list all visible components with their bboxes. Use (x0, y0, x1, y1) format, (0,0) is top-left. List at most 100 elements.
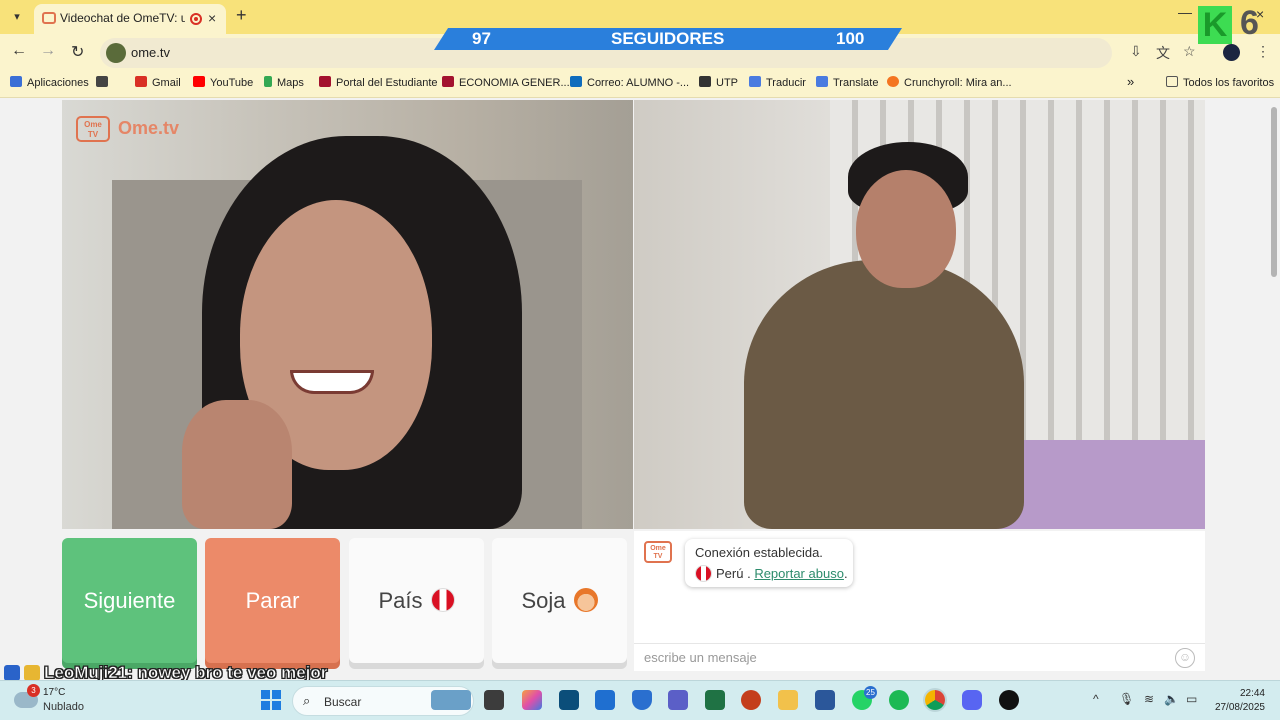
task-view-icon[interactable] (484, 690, 504, 710)
bookmarks-overflow-button[interactable]: » (1127, 74, 1134, 89)
bookmark-portal-estudiante[interactable]: Portal del Estudiante (319, 76, 438, 89)
emoji-icon[interactable]: ☺ (1175, 648, 1195, 668)
period-text: . (843, 566, 848, 581)
volume-icon[interactable]: 🔈 (1164, 692, 1179, 706)
grid-icon (96, 76, 108, 87)
search-label: Buscar (324, 695, 362, 709)
install-app-icon[interactable]: ⇩ (1130, 43, 1142, 60)
search-highlight-image[interactable] (431, 690, 471, 710)
followers-label: SEGUIDORES (611, 29, 725, 48)
search-icon: ⌕ (303, 693, 311, 708)
obs-icon[interactable] (999, 690, 1019, 710)
scrollbar-thumb[interactable] (1271, 107, 1277, 277)
teams-icon[interactable] (668, 690, 688, 710)
windows-taskbar: 3 17°C Nublado ⌕ Buscar 25 ^ 🎙 ≋ 🔈 ▭ 22:… (0, 680, 1280, 720)
report-abuse-link[interactable]: Reportar abuso (754, 566, 844, 581)
tab-close-icon[interactable]: × (208, 10, 216, 26)
person-face (856, 170, 956, 288)
translate-icon (816, 76, 828, 87)
bookmark-maps[interactable]: Maps (264, 76, 304, 89)
microsoft-store-icon[interactable] (595, 690, 615, 710)
bookmark-apps[interactable]: Aplicaciones (10, 76, 89, 89)
separator-text: . (743, 566, 755, 581)
person-smile (290, 370, 374, 394)
site-info-icon[interactable] (106, 43, 126, 63)
profile-avatar[interactable] (1223, 44, 1240, 61)
defender-icon[interactable] (632, 690, 652, 710)
window-minimize-button[interactable]: — (1178, 4, 1192, 20)
bookmark-apps-grid[interactable] (96, 76, 113, 89)
page-scrollbar[interactable] (1268, 99, 1280, 680)
partner-info: Perú . Reportar abuso. (695, 565, 848, 582)
recording-indicator-icon (190, 13, 202, 25)
person-hand (182, 400, 292, 529)
message-input[interactable]: escribe un mensaje (634, 643, 1205, 671)
weather-badge: 3 (27, 684, 40, 697)
portal-icon (319, 76, 331, 87)
chat-panel: Ome TV Conexión establecida. Perú . Repor… (634, 531, 1205, 671)
bookmark-youtube[interactable]: YouTube (193, 76, 253, 89)
peru-flag-icon (695, 565, 712, 582)
bookmarks-bar: Aplicaciones Gmail YouTube Maps Portal d… (0, 70, 1280, 98)
windows-start-icon[interactable] (261, 690, 281, 710)
stop-button[interactable]: Parar (205, 538, 340, 663)
chrome-icon[interactable] (925, 690, 945, 710)
ometv-favicon-icon (42, 12, 56, 24)
maps-pin-icon (264, 76, 272, 87)
weather-desc: Nublado (43, 701, 84, 713)
battery-icon[interactable]: ▭ (1186, 692, 1197, 706)
copilot-icon[interactable] (522, 690, 542, 710)
apps-grid-icon (10, 76, 22, 87)
tab-search-chevron-icon[interactable]: ▾ (6, 7, 28, 27)
powerpoint-icon[interactable] (741, 690, 761, 710)
taskbar-clock[interactable]: 22:44 27/08/2025 (1207, 687, 1265, 715)
kick-logo-icon: K (1198, 6, 1232, 44)
wifi-icon[interactable]: ≋ (1144, 692, 1154, 706)
bookmark-gmail[interactable]: Gmail (135, 76, 181, 89)
youtube-icon (193, 76, 205, 87)
gender-filter-button[interactable]: Soja (492, 538, 627, 663)
translate-icon (749, 76, 761, 87)
bookmark-traducir[interactable]: Traducir (749, 76, 806, 89)
bookmark-utp[interactable]: UTP (699, 76, 738, 89)
followers-goal-bar: 97 SEGUIDORES 100 (434, 28, 902, 50)
reload-icon[interactable]: ↻ (71, 42, 84, 62)
forward-arrow-icon[interactable]: → (40, 42, 56, 60)
tray-overflow-icon[interactable]: ^ (1093, 692, 1099, 706)
url-text[interactable]: ome.tv (131, 45, 170, 60)
person-hoodie (744, 260, 1024, 529)
clock-date: 27/08/2025 (1214, 702, 1265, 713)
translate-page-icon[interactable]: 文 (1156, 43, 1170, 63)
bookmark-star-icon[interactable]: ☆ (1183, 43, 1196, 60)
app-icon[interactable] (559, 690, 579, 710)
tab-title: Videochat de OmeTV: una a (60, 11, 185, 25)
browser-tab[interactable]: Videochat de OmeTV: una a × (34, 4, 226, 34)
system-message: Conexión establecida. Perú . Reportar ab… (685, 539, 853, 587)
outlook-icon (570, 76, 582, 87)
kick-badge: K 6 (1196, 4, 1280, 46)
next-button[interactable]: Siguiente (62, 538, 197, 663)
excel-icon[interactable] (705, 690, 725, 710)
bookmark-economia[interactable]: ECONOMIA GENER... (442, 76, 570, 89)
microphone-icon[interactable]: 🎙 (1119, 692, 1134, 706)
connection-status: Conexión establecida. (695, 545, 823, 560)
word-icon[interactable] (815, 690, 835, 710)
crunchyroll-icon (887, 76, 899, 87)
ometv-chat-icon: Ome TV (644, 541, 672, 563)
ometv-tv-icon: Ome TV (76, 116, 110, 142)
peru-flag-icon (430, 588, 455, 612)
file-explorer-icon[interactable] (778, 690, 798, 710)
gmail-icon (135, 76, 147, 87)
new-tab-button[interactable]: + (236, 5, 247, 26)
discord-icon[interactable] (962, 690, 982, 710)
clock-time: 22:44 (1239, 688, 1265, 699)
bookmark-correo[interactable]: Correo: ALUMNO -... (570, 76, 689, 89)
spotify-icon[interactable] (889, 690, 909, 710)
country-filter-button[interactable]: País (349, 538, 484, 663)
bookmark-translate[interactable]: Translate (816, 76, 878, 89)
back-arrow-icon[interactable]: ← (11, 42, 27, 60)
whatsapp-badge: 25 (864, 686, 877, 699)
all-bookmarks-folder[interactable]: Todos los favoritos (1166, 76, 1274, 89)
bookmark-crunchyroll[interactable]: Crunchyroll: Mira an... (887, 76, 1012, 89)
weather-temp: 17°C (43, 687, 66, 698)
